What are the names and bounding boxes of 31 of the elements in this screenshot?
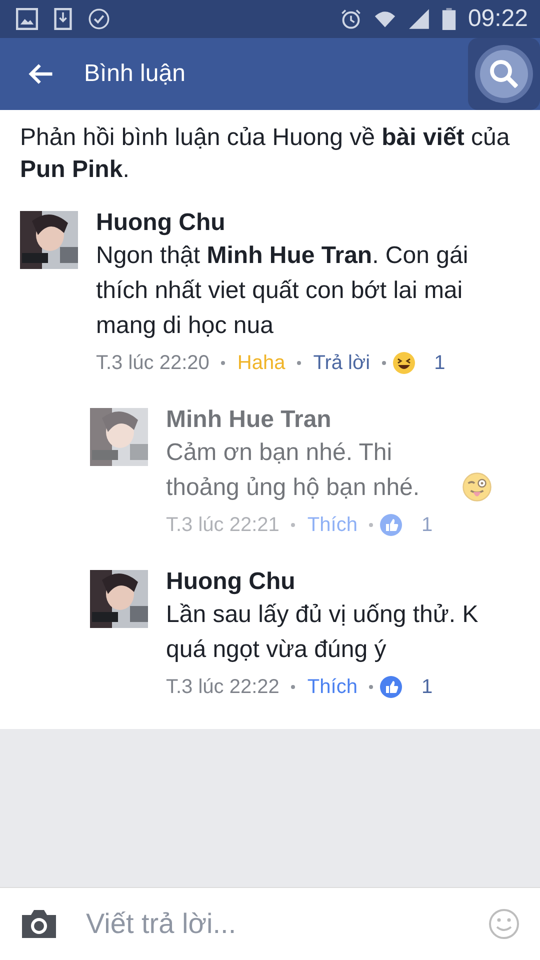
download-icon (52, 8, 74, 30)
comment-time: T.3 lúc 22:22 (166, 676, 280, 698)
clock: 09:22 (468, 5, 528, 33)
battery-icon (442, 8, 456, 30)
winking-tongue-emoji-icon (462, 472, 492, 502)
reaction-count: 1 (434, 352, 446, 374)
check-circle-icon (88, 8, 110, 30)
alarm-icon (340, 8, 362, 30)
thumbs-up-icon (379, 513, 404, 537)
comment-time: T.3 lúc 22:20 (96, 352, 210, 374)
reply-context-text: Phản hồi bình luận của Huong về bài viết của Pun Pink. (20, 123, 511, 185)
reply-link[interactable]: Trả lời (313, 352, 370, 374)
reply-input[interactable]: Viết trả lời... (86, 908, 460, 940)
thumbs-up-icon (379, 675, 404, 699)
comment-text: Lần sau lấy đủ vị uống thử. K quá ngọt vừa đúng ý (166, 600, 480, 665)
search-icon (480, 50, 528, 98)
reaction-count: 1 (421, 514, 433, 536)
comment-text: Cảm ơn bạn nhé. Thi thoảng ủng hộ bạn nhé. (166, 438, 421, 503)
reaction-count: 1 (421, 676, 433, 698)
screen-title: Bình luận (84, 60, 186, 88)
camera-icon[interactable] (20, 909, 58, 939)
reaction-link[interactable]: Thích (307, 676, 358, 698)
signal-icon (408, 8, 430, 30)
laughing-emoji-icon (392, 351, 416, 375)
comment-author[interactable]: Minh Hue Tran (166, 405, 510, 435)
image-icon (16, 8, 38, 30)
comment-author[interactable]: Huong Chu (166, 567, 510, 597)
comment-time: T.3 lúc 22:21 (166, 514, 280, 536)
search-button[interactable] (468, 38, 540, 110)
comment-author[interactable]: Huong Chu (96, 208, 480, 238)
comment-text: Ngon thật Minh Hue Tran. Con gái thích nhất viet quất con bớt lai mai mang di học nua (96, 241, 470, 341)
